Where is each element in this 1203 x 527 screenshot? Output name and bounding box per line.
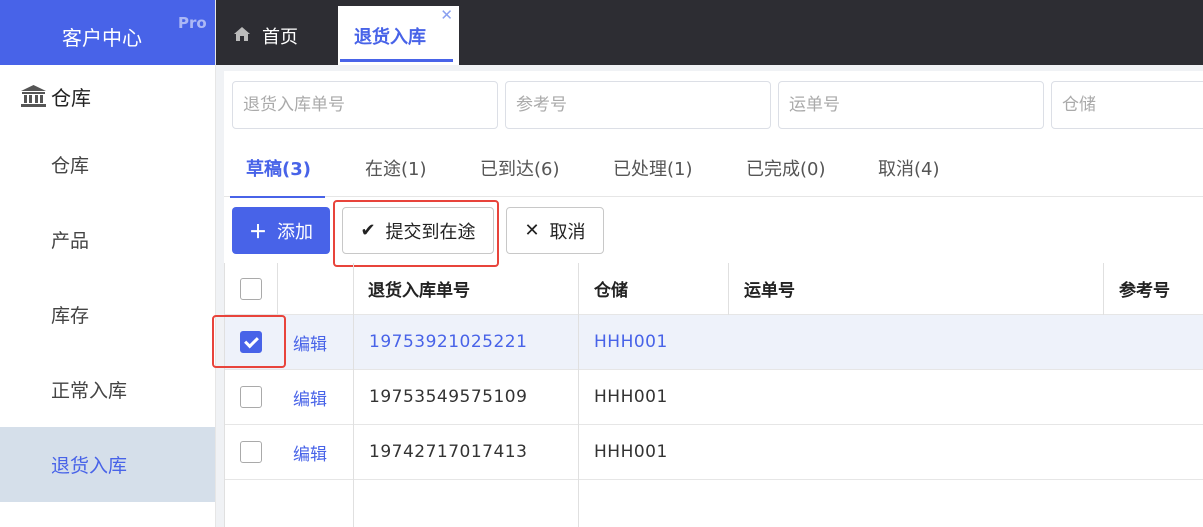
return-no-cell: 19753549575109 [369,387,528,407]
header-warehouse: 仓储 [594,281,628,301]
column-divider [277,263,278,315]
column-divider [1103,263,1104,315]
edit-link[interactable]: 编辑 [293,370,327,424]
warehouse-input[interactable] [1051,81,1203,129]
table-row[interactable]: 编辑 19753549575109 HHH001 [224,370,1203,425]
column-divider [353,263,354,527]
tab-current-label: 退货入库 [354,26,426,48]
header-checkbox-cell [240,263,262,314]
sidebar-group-warehouse[interactable]: 仓库 [0,65,215,127]
row-checkbox[interactable] [240,441,262,463]
brand-header[interactable]: 客户中心 Pro [0,0,215,65]
tab-processed[interactable]: 已处理(1) [613,157,693,197]
return-table: 退货入库单号 仓储 运单号 参考号 编辑 19753921025221 HHH0… [224,263,1203,527]
edit-link[interactable]: 编辑 [293,315,327,369]
table-row[interactable]: 编辑 19753921025221 HHH001 [224,315,1203,370]
waybill-input[interactable] [778,81,1044,129]
sidebar-item-label: 正常入库 [51,380,128,402]
sidebar-item-inventory[interactable]: 库存 [0,277,215,352]
tab-completed[interactable]: 已完成(0) [746,157,826,197]
return-no-cell: 19742717017413 [369,442,528,462]
row-checkbox-cell [240,370,262,424]
header-reference: 参考号 [1119,281,1170,301]
tab-home-label: 首页 [262,26,298,48]
row-checkbox-cell [240,425,262,479]
tab-cancelled[interactable]: 取消(4) [878,157,940,197]
home-icon [234,26,250,45]
checkbox-highlight-box [212,315,286,368]
column-divider [728,263,729,315]
header-return-no: 退货入库单号 [368,281,470,301]
header-waybill: 运单号 [744,281,795,301]
filter-bar [224,71,1203,137]
sidebar-item-return-inbound[interactable]: 退货入库 [0,427,215,502]
add-button[interactable]: ＋ 添加 [232,207,330,254]
column-divider [578,263,579,527]
brand-pro-badge: Pro [178,14,207,32]
warehouse-cell: HHH001 [594,442,668,462]
bank-icon [21,85,46,107]
return-no-input[interactable] [232,81,498,129]
cancel-button[interactable]: ✕ 取消 [506,207,604,254]
sidebar: 客户中心 Pro 仓库 仓库 产品 库存 正常入库 退货入库 [0,0,216,527]
top-tab-bar: 首页 退货入库 ✕ [216,0,1203,65]
tab-return-inbound[interactable]: 退货入库 ✕ [338,6,459,65]
sidebar-item-label: 产品 [51,230,90,252]
cancel-button-label: 取消 [549,221,586,243]
submit-highlight-box [333,200,499,267]
row-checkbox[interactable] [240,386,262,408]
tab-draft[interactable]: 草稿(3) [230,157,325,198]
sidebar-group-label: 仓库 [51,85,91,110]
warehouse-cell: HHH001 [594,387,668,407]
reference-input[interactable] [505,81,771,129]
column-divider [224,263,225,527]
sidebar-item-label: 退货入库 [51,455,128,477]
tab-arrived[interactable]: 已到达(6) [480,157,560,197]
status-tabs: 草稿(3) 在途(1) 已到达(6) 已处理(1) 已完成(0) 取消(4) [224,151,1203,198]
warehouse-cell[interactable]: HHH001 [594,315,668,369]
return-no-cell[interactable]: 19753921025221 [369,315,527,369]
close-icon: ✕ [524,220,540,241]
tab-home[interactable]: 首页 [234,6,298,65]
plus-icon: ＋ [249,221,267,243]
tab-active-indicator [340,59,453,62]
table-row[interactable]: 编辑 19742717017413 HHH001 [224,425,1203,480]
sidebar-item-warehouse[interactable]: 仓库 [0,127,215,202]
sidebar-item-products[interactable]: 产品 [0,202,215,277]
add-button-label: 添加 [277,221,313,243]
sidebar-item-label: 仓库 [51,155,90,177]
tab-in-transit[interactable]: 在途(1) [365,157,427,197]
sidebar-item-normal-inbound[interactable]: 正常入库 [0,352,215,427]
close-icon[interactable]: ✕ [440,6,453,24]
select-all-checkbox[interactable] [240,277,262,300]
main-panel: 草稿(3) 在途(1) 已到达(6) 已处理(1) 已完成(0) 取消(4) ＋… [212,71,1203,527]
sidebar-item-label: 库存 [51,305,90,327]
edit-link[interactable]: 编辑 [293,425,327,479]
table-header: 退货入库单号 仓储 运单号 参考号 [224,263,1203,315]
brand-name: 客户中心 [62,26,142,50]
